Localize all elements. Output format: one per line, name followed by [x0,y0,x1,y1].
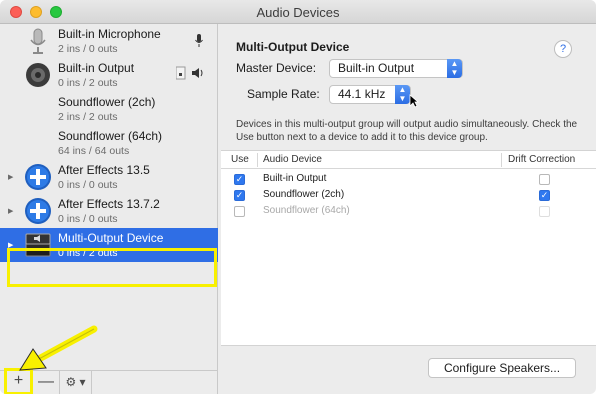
column-header-audio-device[interactable]: Audio Device [263,154,322,165]
help-button[interactable]: ? [554,40,572,58]
device-name: Built-in Output [58,61,135,75]
window-title: Audio Devices [256,5,340,20]
device-item-after-effects-13-5[interactable]: ▶ After Effects 13.5 0 ins / 0 outs [0,160,218,194]
device-item-soundflower-64ch[interactable]: Soundflower (64ch) 64 ins / 64 outs [0,126,218,160]
device-list: Built-in Microphone 2 ins / 0 outs Built… [0,24,218,370]
sample-rate-select[interactable]: 44.1 kHz ▲ ▼ [329,85,411,104]
disclosure-triangle-icon[interactable]: ▶ [8,207,13,215]
plus-circle-icon [25,198,51,224]
device-name: Multi-Output Device [58,231,164,245]
table-row[interactable]: ✓ Soundflower (2ch) ✓ [221,187,596,203]
device-title: Multi-Output Device [236,40,350,54]
speaker-icon [26,63,50,87]
plus-circle-icon [25,164,51,190]
device-io: 64 ins / 64 outs [58,145,130,157]
use-checkbox[interactable]: ✓ [234,190,245,201]
master-device-label: Master Device: [236,61,317,75]
drift-correction-checkbox [539,206,550,217]
microphone-icon [30,28,46,54]
device-item-built-in-output[interactable]: Built-in Output 0 ins / 2 outs [0,58,218,92]
annotation-arrow-icon [19,325,98,371]
disclosure-triangle-icon[interactable]: ▶ [8,173,13,181]
device-name: After Effects 13.7.2 [58,197,160,211]
device-io: 0 ins / 0 outs [58,213,118,225]
multi-output-description: Devices in this multi-output group will … [236,119,578,143]
master-device-select[interactable]: Built-in Output ▲ ▼ [329,59,463,78]
drift-correction-checkbox[interactable]: ✓ [539,190,550,201]
device-io: 0 ins / 0 outs [58,179,118,191]
device-name: Soundflower (2ch) [58,95,156,109]
device-item-after-effects-13-7-2[interactable]: ▶ After Effects 13.7.2 0 ins / 0 outs [0,194,218,228]
device-detail-pane: Multi-Output Device ? Master Device: Bui… [219,24,596,394]
audio-device-name: Built-in Output [263,173,327,184]
drift-correction-checkbox[interactable] [539,174,550,185]
default-output-speaker-icon [176,66,203,80]
device-io: 0 ins / 2 outs [58,77,118,89]
audio-device-name: Soundflower (64ch) [263,205,350,216]
sample-rate-label: Sample Rate: [247,87,320,101]
device-item-built-in-microphone[interactable]: Built-in Microphone 2 ins / 0 outs [0,24,218,58]
device-io: 2 ins / 0 outs [58,43,118,55]
table-header: Use Audio Device Drift Correction [221,151,596,169]
audio-device-table: Use Audio Device Drift Correction ✓ Buil… [221,150,596,346]
device-item-soundflower-2ch[interactable]: Soundflower (2ch) 2 ins / 2 outs [0,92,218,126]
mouse-cursor-icon [409,94,419,108]
device-name: Soundflower (64ch) [58,129,163,143]
column-header-use[interactable]: Use [231,154,249,165]
device-name: Built-in Microphone [58,27,161,41]
device-io: 2 ins / 2 outs [58,111,118,123]
device-name: After Effects 13.5 [58,163,150,177]
chevron-updown-icon: ▲ ▼ [447,59,462,78]
selection-highlight-annotation [7,248,217,287]
sample-rate-value: 44.1 kHz [338,87,386,101]
master-device-value: Built-in Output [338,61,415,75]
column-header-drift-correction[interactable]: Drift Correction [508,154,575,165]
default-input-microphone-icon [195,34,203,47]
table-row[interactable]: Soundflower (64ch) [221,203,596,219]
table-row[interactable]: ✓ Built-in Output [221,171,596,187]
title-bar: Audio Devices [0,0,596,24]
use-checkbox[interactable]: ✓ [234,174,245,185]
chevron-updown-icon: ▲ ▼ [395,85,410,104]
audio-device-name: Soundflower (2ch) [263,189,345,200]
use-checkbox[interactable] [234,206,245,217]
configure-speakers-button[interactable]: Configure Speakers... [428,358,576,378]
